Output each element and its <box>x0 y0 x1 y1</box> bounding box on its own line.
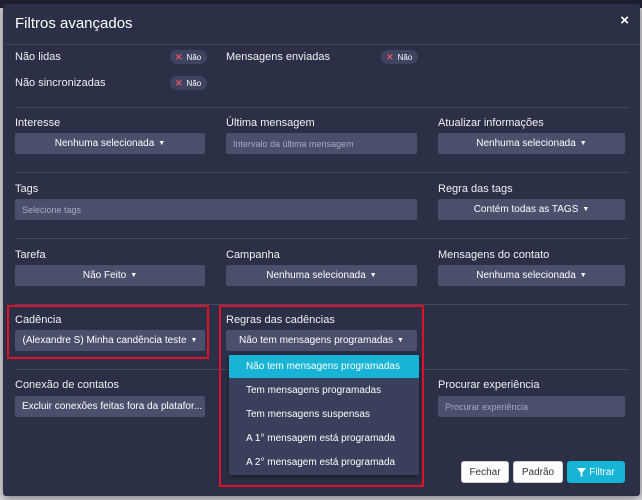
dropdown-value: Contém todas as TAGS <box>473 204 579 215</box>
input-placeholder: Selecione tags <box>22 204 82 215</box>
dropdown-value: Nenhuma selecionada <box>54 138 155 149</box>
tags-label: Tags <box>15 183 39 195</box>
dropdown-value: Excluir conexões feitas fora da platafor… <box>22 401 203 412</box>
toggle-nao-lidas[interactable]: ✕ Não <box>170 50 208 64</box>
regra-das-tags-dropdown[interactable]: Contém todas as TAGS ▼ <box>438 199 625 220</box>
dropdown-value: Nenhuma selecionada <box>266 270 366 281</box>
ultima-mensagem-label: Última mensagem <box>226 117 315 129</box>
caret-down-icon: ▼ <box>369 272 377 279</box>
caret-down-icon: ▼ <box>130 272 138 279</box>
dropdown-value: Nenhuma selecionada <box>476 138 576 149</box>
atualizar-informacoes-label: Atualizar informações <box>438 117 544 129</box>
padrao-button[interactable]: Padrão <box>513 461 563 483</box>
procurar-experiencia-label: Procurar experiência <box>438 379 540 391</box>
fechar-button[interactable]: Fechar <box>461 461 509 483</box>
interesse-dropdown[interactable]: Nenhuma selecionada ▼ <box>15 133 205 154</box>
atualizar-informacoes-dropdown[interactable]: Nenhuma selecionada ▼ <box>438 133 625 154</box>
interesse-label: Interesse <box>15 117 61 129</box>
toggle-label-mensagens-enviadas: Mensagens enviadas <box>226 51 330 63</box>
toggle-label-nao-lidas: Não lidas <box>15 51 61 63</box>
modal-title: Filtros avançados <box>15 15 133 32</box>
tarefa-label: Tarefa <box>15 249 46 261</box>
tags-input[interactable]: Selecione tags <box>15 199 417 220</box>
dropdown-value: Não Feito <box>82 270 127 281</box>
caret-down-icon: ▼ <box>579 272 587 279</box>
conexao-de-contatos-dropdown[interactable]: Excluir conexões feitas fora da platafor… <box>15 396 205 417</box>
toggle-mensagens-enviadas[interactable]: ✕ Não <box>381 50 419 64</box>
input-placeholder: Procurar experiência <box>445 401 529 412</box>
caret-down-icon: ▼ <box>582 206 590 213</box>
modal-header: Filtros avançados × <box>3 4 640 45</box>
x-icon: ✕ <box>386 51 394 62</box>
filtrar-label: Filtrar <box>589 466 615 478</box>
procurar-experiencia-input[interactable]: Procurar experiência <box>438 396 625 417</box>
toggle-label-nao-sincronizadas: Não sincronizadas <box>15 77 106 89</box>
highlight-box-regras-cadencias <box>219 305 424 487</box>
filtrar-button[interactable]: Filtrar <box>567 461 625 483</box>
tarefa-dropdown[interactable]: Não Feito ▼ <box>15 265 205 286</box>
mensagens-do-contato-dropdown[interactable]: Nenhuma selecionada ▼ <box>438 265 625 286</box>
input-placeholder: Intervalo da última mensagem <box>233 138 354 149</box>
close-icon[interactable]: × <box>620 12 629 29</box>
x-icon: ✕ <box>175 51 183 62</box>
divider <box>15 238 628 239</box>
regra-das-tags-label: Regra das tags <box>438 183 513 195</box>
toggle-value: Não <box>186 52 202 62</box>
ultima-mensagem-input[interactable]: Intervalo da última mensagem <box>226 133 417 154</box>
divider <box>15 107 628 108</box>
caret-down-icon: ▼ <box>579 140 587 147</box>
toggle-value: Não <box>186 78 202 88</box>
dropdown-value: Nenhuma selecionada <box>476 270 576 281</box>
divider <box>15 172 628 173</box>
filter-icon <box>577 467 587 477</box>
campanha-label: Campanha <box>226 249 280 261</box>
campanha-dropdown[interactable]: Nenhuma selecionada ▼ <box>226 265 417 286</box>
highlight-box-cadencia <box>7 305 209 359</box>
mensagens-do-contato-label: Mensagens do contato <box>438 249 550 261</box>
caret-down-icon: ▼ <box>158 140 166 147</box>
conexao-de-contatos-label: Conexão de contatos <box>15 379 119 391</box>
x-icon: ✕ <box>175 77 183 88</box>
toggle-nao-sincronizadas[interactable]: ✕ Não <box>170 76 208 90</box>
toggle-value: Não <box>397 52 413 62</box>
